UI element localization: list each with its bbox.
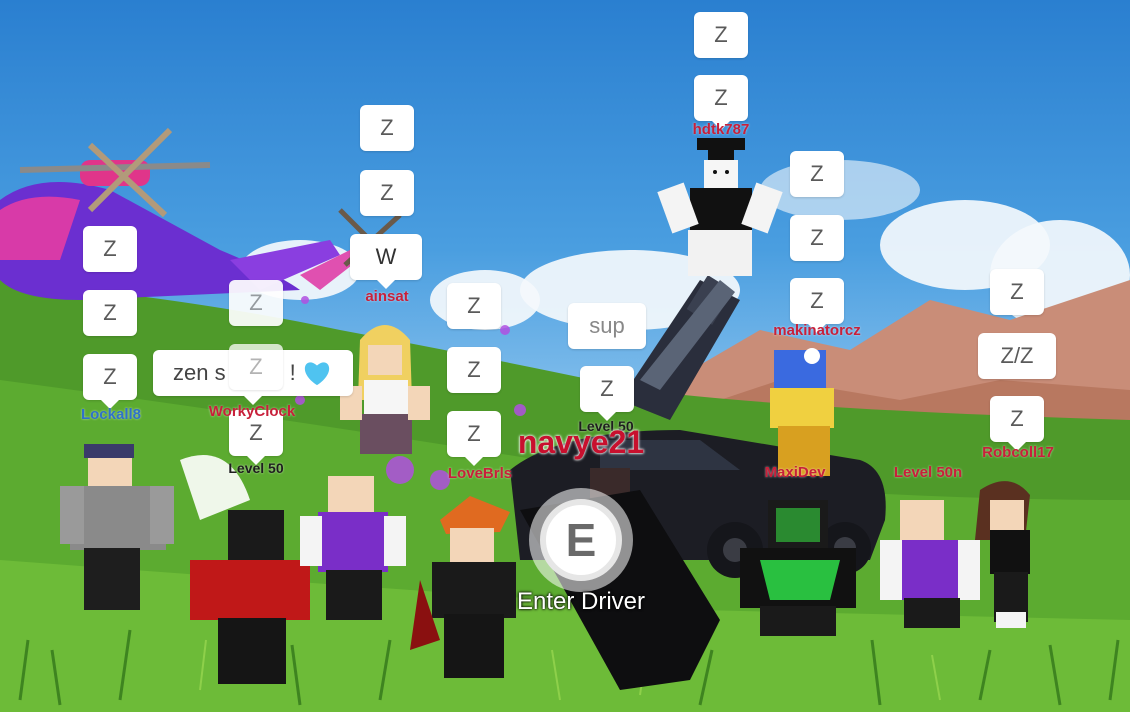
chat-bubble: W bbox=[350, 234, 422, 280]
chat-bubble-text: Z bbox=[810, 225, 824, 250]
avatar-makinatorcz bbox=[770, 348, 834, 476]
chat-bubble: Z bbox=[360, 170, 414, 216]
chat-bubble: Z bbox=[447, 347, 501, 393]
chat-bubble: Z/Z bbox=[978, 333, 1056, 379]
chat-bubble-text: Z bbox=[467, 293, 481, 318]
chat-bubble: Z bbox=[580, 366, 634, 412]
player-nametag: Lockall8 bbox=[80, 406, 142, 423]
chat-bubble-text: Z bbox=[810, 288, 824, 313]
chat-bubble-text: Z bbox=[249, 290, 263, 315]
chat-bubble-text: W bbox=[375, 244, 397, 269]
chat-bubble: Z bbox=[83, 354, 137, 400]
chat-bubble: Z bbox=[790, 215, 844, 261]
chat-bubble-text: ! bbox=[289, 360, 296, 385]
chat-bubble: Z bbox=[447, 283, 501, 329]
chat-bubble-text: Z bbox=[103, 236, 117, 261]
player-level: Level 50 bbox=[228, 460, 284, 476]
chat-bubble: sup bbox=[568, 303, 646, 349]
chat-bubble-text: Z bbox=[810, 161, 824, 186]
chat-bubble-text: Z bbox=[103, 364, 117, 389]
chat-bubble-text: Z bbox=[249, 354, 263, 379]
chat-bubble-text: Z bbox=[467, 357, 481, 382]
player-nametag: Robcoll17 bbox=[982, 444, 1054, 461]
chat-bubble-text: Z bbox=[103, 300, 117, 325]
helicopter bbox=[0, 127, 356, 300]
game-viewport[interactable]: Z Z Z Z W Z Z Z zen s ! Z Z Z Z Z Z sup … bbox=[0, 0, 1130, 712]
player-nametag: WorkyClock bbox=[208, 403, 296, 420]
interact-prompt-label: Enter Driver bbox=[516, 588, 646, 615]
chat-bubble-text: Z bbox=[380, 180, 394, 205]
chat-bubble: Z bbox=[694, 75, 748, 121]
player-nametag: navye21 bbox=[517, 424, 645, 460]
player-nametag: ainsat bbox=[365, 288, 409, 305]
heart-emoji-icon bbox=[304, 362, 329, 386]
chat-bubble-text: Z bbox=[249, 420, 263, 445]
chat-bubble-text: Z/Z bbox=[1000, 343, 1034, 368]
chat-bubble-text: Z bbox=[714, 22, 728, 47]
player-nametag: hdtk787 bbox=[692, 121, 750, 138]
chat-bubble: Z bbox=[790, 151, 844, 197]
chat-bubble-text: Z bbox=[380, 115, 394, 140]
chat-bubble: Z bbox=[229, 280, 283, 326]
chat-bubble-text: sup bbox=[589, 313, 625, 338]
chat-bubble: Z bbox=[83, 226, 137, 272]
chat-bubble-text: Z bbox=[600, 376, 614, 401]
chat-bubble: Z bbox=[790, 278, 844, 324]
chat-bubble: Z bbox=[990, 396, 1044, 442]
player-nametag: Level 50n bbox=[893, 464, 963, 481]
chat-bubble: Z bbox=[83, 290, 137, 336]
avatar-hdtk787 bbox=[657, 138, 783, 276]
chat-bubble: Z bbox=[360, 105, 414, 151]
player-nametag: LoveBrls bbox=[447, 465, 513, 482]
chat-bubble: Z bbox=[229, 344, 283, 390]
interact-key[interactable]: E bbox=[540, 499, 622, 581]
chat-bubble-text: zen s bbox=[173, 360, 226, 385]
chat-bubble-text: Z bbox=[1010, 406, 1024, 431]
chat-bubble: Z bbox=[447, 411, 501, 457]
player-nametag: makinatorcz bbox=[773, 322, 861, 339]
chat-bubble-text: Z bbox=[714, 85, 728, 110]
chat-bubble: Z bbox=[694, 12, 748, 58]
chat-bubble-text: Z bbox=[467, 421, 481, 446]
chat-bubble-text: Z bbox=[1010, 279, 1024, 304]
player-nametag: MaxiDev bbox=[764, 464, 826, 481]
chat-bubble: Z bbox=[990, 269, 1044, 315]
interact-prompt-button[interactable]: E bbox=[529, 488, 633, 592]
